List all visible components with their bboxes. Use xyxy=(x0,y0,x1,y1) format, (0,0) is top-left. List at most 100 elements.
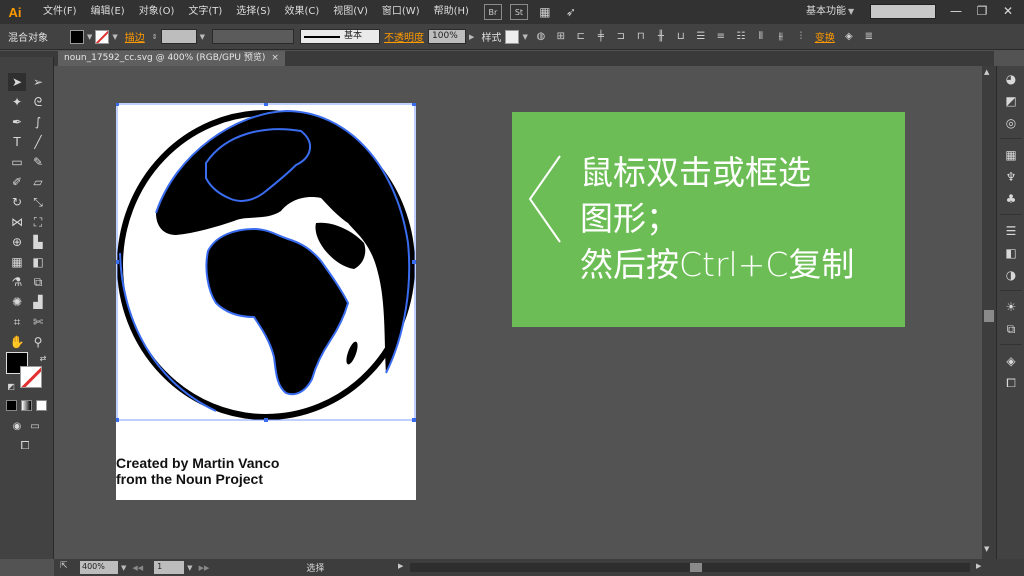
brushes-panel-icon[interactable]: ♆ xyxy=(1002,168,1020,186)
menu-window[interactable]: 窗口(W) xyxy=(375,0,427,24)
chevron-down-icon[interactable]: ▼ xyxy=(848,0,854,24)
free-transform-tool-icon[interactable]: ⛶ xyxy=(29,213,47,231)
transform-panel-link[interactable]: 变换 xyxy=(815,29,835,44)
chevron-right-icon[interactable]: ▶ xyxy=(469,33,474,41)
opacity-input[interactable]: 100% xyxy=(428,29,467,44)
perspective-grid-tool-icon[interactable]: ▙ xyxy=(29,233,47,251)
width-tool-icon[interactable]: ⋈ xyxy=(8,213,26,231)
magic-wand-tool-icon[interactable]: ✦ xyxy=(8,93,26,111)
curvature-tool-icon[interactable]: ∫ xyxy=(29,113,47,131)
bbox-handle[interactable] xyxy=(116,260,119,264)
search-input[interactable] xyxy=(870,4,936,19)
minimize-button[interactable]: — xyxy=(944,0,968,22)
fill-color-swatch[interactable] xyxy=(70,29,84,44)
hand-tool-icon[interactable]: ✋ xyxy=(8,333,26,351)
menu-view[interactable]: 视图(V) xyxy=(326,0,375,24)
align-to-icon[interactable]: ⊞ xyxy=(553,29,569,45)
panel-grip[interactable] xyxy=(0,51,54,57)
menu-object[interactable]: 对象(O) xyxy=(132,0,182,24)
shaper-tool-icon[interactable]: ✐ xyxy=(8,173,26,191)
close-button[interactable]: ✕ xyxy=(996,0,1020,22)
graphic-styles-icon[interactable]: ⧉ xyxy=(1002,320,1020,338)
libraries-icon[interactable]: ◎ xyxy=(1002,114,1020,132)
stroke-color-swatch[interactable] xyxy=(95,29,110,44)
align-hcenter-icon[interactable]: ╪ xyxy=(593,29,609,45)
color-panel-icon[interactable]: ◕ xyxy=(1002,70,1020,88)
layers-panel-icon[interactable]: ◈ xyxy=(1002,352,1020,370)
gradient-mode-icon[interactable] xyxy=(21,400,32,411)
bridge-button[interactable]: Br xyxy=(483,4,502,20)
chevron-down-icon[interactable]: ▼ xyxy=(187,564,192,572)
draw-mode-icon[interactable]: ◉ xyxy=(8,417,26,435)
distribute-bottom-icon[interactable]: ☷ xyxy=(733,29,749,45)
gpu-performance-icon[interactable]: ➶ xyxy=(562,3,580,21)
stroke-panel-icon[interactable]: ☰ xyxy=(1002,222,1020,240)
bbox-handle[interactable] xyxy=(412,418,416,422)
bbox-handle[interactable] xyxy=(412,260,416,264)
stepper-icon[interactable]: ⇕ xyxy=(152,33,158,41)
bbox-handle[interactable] xyxy=(264,103,268,106)
align-vcenter-icon[interactable]: ╫ xyxy=(653,29,669,45)
chevron-down-icon[interactable]: ▼ xyxy=(121,564,126,572)
opacity-panel-link[interactable]: 不透明度 xyxy=(384,29,424,44)
scale-tool-icon[interactable]: ⤡ xyxy=(29,193,47,211)
draw-inside-icon[interactable]: ▭ xyxy=(26,417,44,435)
stroke-panel-link[interactable]: 描边 xyxy=(125,29,145,44)
symbols-panel-icon[interactable]: ♣ xyxy=(1002,190,1020,208)
screen-mode-icon[interactable]: ⧠ xyxy=(16,437,34,455)
variable-width-profile[interactable] xyxy=(212,29,295,44)
last-artboard-icon[interactable]: ▶▶ xyxy=(199,564,210,572)
recolor-artwork-icon[interactable]: ◍ xyxy=(533,29,549,45)
globe-artwork[interactable] xyxy=(116,103,416,423)
chevron-right-icon[interactable]: ▶ xyxy=(398,562,403,570)
chevron-down-icon[interactable]: ▼ xyxy=(87,33,92,41)
pen-tool-icon[interactable]: ✒ xyxy=(8,113,26,131)
bbox-handle[interactable] xyxy=(264,418,268,422)
bbox-handle[interactable] xyxy=(116,418,119,422)
arrange-documents-icon[interactable]: ▦ xyxy=(536,3,554,21)
none-mode-icon[interactable] xyxy=(36,400,47,411)
bbox-handle[interactable] xyxy=(116,103,119,106)
isolate-icon[interactable]: ◈ xyxy=(841,29,857,45)
workspace-switcher[interactable]: 基本功能 xyxy=(806,0,846,24)
swap-fill-stroke-icon[interactable]: ⇄ xyxy=(34,349,52,367)
gradient-tool-icon[interactable]: ◧ xyxy=(29,253,47,271)
document-tab[interactable]: noun_17592_cc.svg @ 400% (RGB/GPU 预览) × xyxy=(58,51,285,66)
direct-selection-tool-icon[interactable]: ➢ xyxy=(29,73,47,91)
panel-menu-icon[interactable]: ≣ xyxy=(861,29,877,45)
color-guide-icon[interactable]: ◩ xyxy=(1002,92,1020,110)
menu-file[interactable]: 文件(F) xyxy=(36,0,84,24)
bbox-handle[interactable] xyxy=(412,103,416,106)
share-icon[interactable]: ⇱ xyxy=(60,561,68,571)
scroll-up-icon[interactable]: ▲ xyxy=(984,68,989,76)
artboard-number-field[interactable]: 1 xyxy=(154,561,185,574)
shape-builder-tool-icon[interactable]: ⊕ xyxy=(8,233,26,251)
distribute-top-icon[interactable]: ☰ xyxy=(693,29,709,45)
swatches-panel-icon[interactable]: ▦ xyxy=(1002,146,1020,164)
paintbrush-tool-icon[interactable]: ✎ xyxy=(29,153,47,171)
type-tool-icon[interactable]: T xyxy=(8,133,26,151)
distribute-vcenter-icon[interactable]: ≡ xyxy=(713,29,729,45)
distribute-right-icon[interactable]: ⫶ xyxy=(793,29,809,45)
rectangle-tool-icon[interactable]: ▭ xyxy=(8,153,26,171)
horizontal-scrollbar[interactable] xyxy=(410,563,970,572)
close-tab-icon[interactable]: × xyxy=(271,51,279,66)
gradient-panel-icon[interactable]: ◧ xyxy=(1002,244,1020,262)
menu-type[interactable]: 文字(T) xyxy=(181,0,229,24)
stock-button[interactable]: St xyxy=(509,4,528,20)
chevron-down-icon[interactable]: ▼ xyxy=(522,33,527,41)
restore-button[interactable]: ❐ xyxy=(970,0,994,22)
menu-select[interactable]: 选择(S) xyxy=(229,0,277,24)
stroke-color-box[interactable] xyxy=(20,366,42,388)
chevron-down-icon[interactable]: ▼ xyxy=(200,33,205,41)
scroll-right-icon[interactable]: ▶ xyxy=(976,562,981,570)
graphic-style-swatch[interactable] xyxy=(505,29,520,44)
align-right-icon[interactable]: ⊐ xyxy=(613,29,629,45)
lasso-tool-icon[interactable]: ᘓ xyxy=(29,93,47,111)
rotate-tool-icon[interactable]: ↻ xyxy=(8,193,26,211)
line-tool-icon[interactable]: ╱ xyxy=(29,133,47,151)
align-bottom-icon[interactable]: ⊔ xyxy=(673,29,689,45)
brush-definition-select[interactable]: 基本 xyxy=(300,29,381,44)
menu-help[interactable]: 帮助(H) xyxy=(427,0,476,24)
distribute-left-icon[interactable]: ⫴ xyxy=(753,29,769,45)
